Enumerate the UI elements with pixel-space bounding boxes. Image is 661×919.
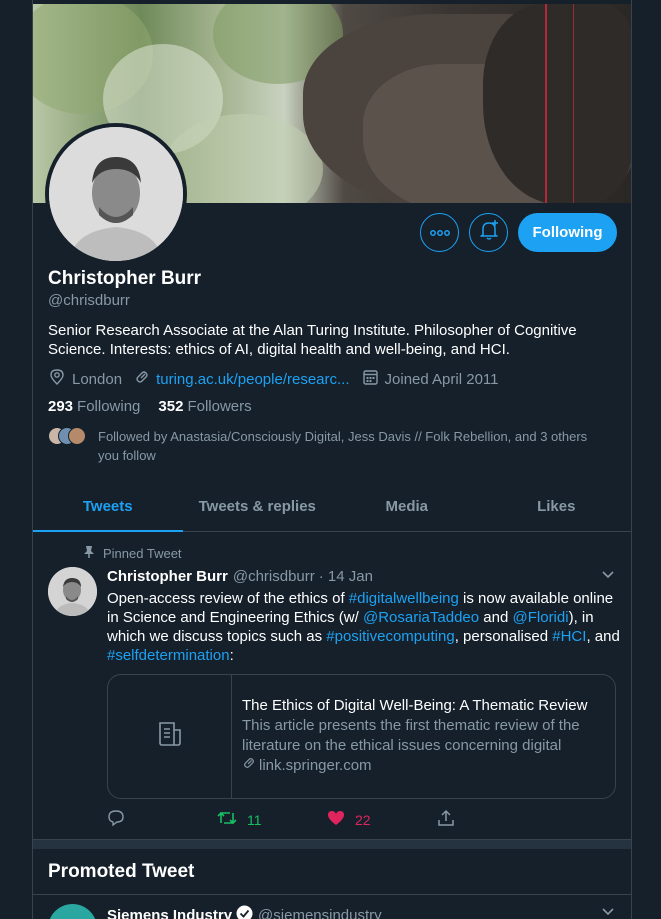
card-body: The Ethics of Digital Well-Being: A Them… xyxy=(232,675,615,798)
more-icon xyxy=(429,224,450,242)
tweet-date[interactable]: · 14 Jan xyxy=(319,568,373,585)
hashtag-link[interactable]: #HCI xyxy=(552,628,586,645)
joined: Joined April 2011 xyxy=(362,369,499,390)
bell-plus-icon xyxy=(478,219,500,246)
profile-name: Christopher Burr xyxy=(48,268,202,289)
tab-tweets-replies[interactable]: Tweets & replies xyxy=(183,482,333,531)
website[interactable]: turing.ac.uk/people/researc... xyxy=(134,369,350,389)
location-text: London xyxy=(72,370,123,388)
promoted-section-title: Promoted Tweet xyxy=(48,861,195,882)
profile-bio: Senior Research Associate at the Alan Tu… xyxy=(48,322,577,358)
section-divider xyxy=(33,839,631,849)
tweet-text: Open-access review of the ethics of #dig… xyxy=(107,589,622,665)
tweet-header: Christopher Burr @chrisdburr · 14 Jan xyxy=(107,568,373,585)
profile-column: Following Christopher Burr @chrisdburr S… xyxy=(32,0,632,919)
tweet-author[interactable]: Christopher Burr xyxy=(107,568,228,585)
retweet-count: 11 xyxy=(247,811,262,828)
tab-likes[interactable]: Likes xyxy=(482,482,632,531)
profile-avatar[interactable] xyxy=(45,123,187,265)
link-card[interactable]: The Ethics of Digital Well-Being: A Them… xyxy=(107,674,616,799)
like-count: 22 xyxy=(355,811,371,828)
avatar xyxy=(68,427,86,445)
following-count: 293 xyxy=(48,398,74,415)
like-button[interactable]: 22 xyxy=(327,809,437,830)
notifications-button[interactable] xyxy=(469,213,508,252)
profile-handle: @chrisdburr xyxy=(48,292,130,309)
card-thumbnail xyxy=(108,675,232,798)
followed-by-text: Followed by Anastasia/Consciously Digita… xyxy=(98,429,588,463)
profile-meta: London turing.ac.uk/people/researc... Jo… xyxy=(48,368,511,390)
hashtag-link[interactable]: #digitalwellbeing xyxy=(349,590,459,607)
location: London xyxy=(48,368,122,390)
card-domain-text: link.springer.com xyxy=(259,757,372,774)
joined-text: Joined April 2011 xyxy=(384,370,499,388)
follow-counts: 293 Following 352 Followers xyxy=(48,398,270,415)
tweet-actions: 11 22 xyxy=(107,809,547,830)
card-title: The Ethics of Digital Well-Being: A Them… xyxy=(242,697,588,714)
pinned-label: Pinned Tweet xyxy=(103,546,182,561)
retweet-button[interactable]: 11 xyxy=(217,809,327,830)
promoted-avatar[interactable] xyxy=(48,904,97,919)
pin-icon xyxy=(83,545,95,562)
share-button[interactable] xyxy=(437,809,547,830)
tweet-text-part: : xyxy=(229,647,234,664)
profile-tabs: Tweets Tweets & replies Media Likes xyxy=(33,482,631,532)
followers-label: Followers xyxy=(187,398,252,415)
promoted-author[interactable]: Siemens Industry xyxy=(107,907,232,919)
followers-count: 352 xyxy=(158,398,184,415)
link-icon xyxy=(134,369,156,389)
tweet-avatar[interactable] xyxy=(48,567,97,616)
tab-media[interactable]: Media xyxy=(332,482,482,531)
website-link[interactable]: turing.ac.uk/people/researc... xyxy=(156,371,349,388)
reply-button[interactable] xyxy=(107,809,217,830)
divider xyxy=(33,894,631,895)
followed-by-avatars xyxy=(48,427,88,447)
calendar-icon xyxy=(362,369,385,390)
share-icon xyxy=(437,809,465,830)
link-icon xyxy=(242,756,256,776)
followed-by[interactable]: Followed by Anastasia/Consciously Digita… xyxy=(48,427,608,465)
chevron-down-icon[interactable] xyxy=(601,904,615,919)
location-pin-icon xyxy=(48,368,72,390)
verified-badge-icon xyxy=(236,905,253,919)
following-button[interactable]: Following xyxy=(518,213,617,252)
mention-link[interactable]: @RosariaTaddeo xyxy=(363,609,479,626)
heart-icon xyxy=(327,809,355,830)
tweet-text-part: and xyxy=(479,609,513,626)
followers-count-link[interactable]: 352 Followers xyxy=(158,398,251,415)
tweet-text-part: , personalised xyxy=(454,628,553,645)
chevron-down-icon[interactable] xyxy=(601,567,615,585)
mention-link[interactable]: @Floridi xyxy=(513,609,569,626)
tweet-text-part: Open-access review of the ethics of xyxy=(107,590,349,607)
article-icon xyxy=(156,720,184,753)
promoted-handle[interactable]: @siemensindustry xyxy=(258,907,382,919)
card-domain: link.springer.com xyxy=(242,756,605,776)
pinned-indicator: Pinned Tweet xyxy=(83,545,182,562)
tab-tweets[interactable]: Tweets xyxy=(33,482,183,532)
tweet-handle[interactable]: @chrisdburr xyxy=(233,568,315,585)
hashtag-link[interactable]: #positivecomputing xyxy=(326,628,454,645)
tweet-text-part: , and xyxy=(586,628,620,645)
more-options-button[interactable] xyxy=(420,213,459,252)
promoted-header: Siemens Industry @siemensindustry xyxy=(107,905,382,919)
hashtag-link[interactable]: #selfdetermination xyxy=(107,647,230,664)
following-label: Following xyxy=(77,398,141,415)
reply-icon xyxy=(107,809,135,830)
retweet-icon xyxy=(217,809,247,830)
card-description: This article presents the first thematic… xyxy=(242,717,580,754)
following-count-link[interactable]: 293 Following xyxy=(48,398,140,415)
